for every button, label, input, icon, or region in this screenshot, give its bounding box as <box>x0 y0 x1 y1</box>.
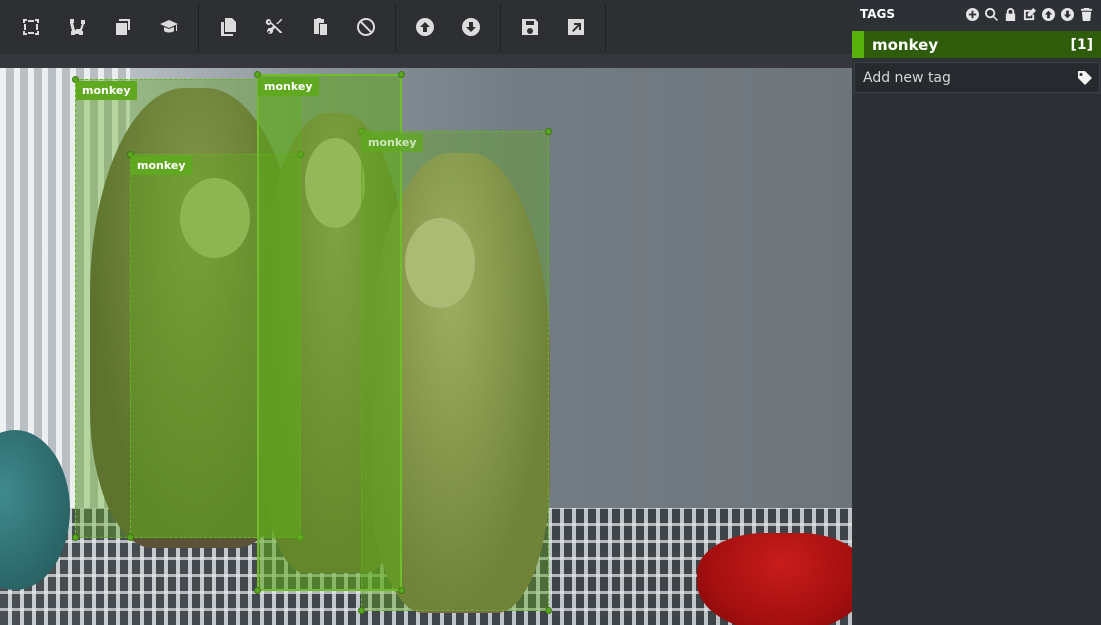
edit-tag-icon <box>1023 7 1036 20</box>
draw-rectangle-button[interactable] <box>8 3 54 51</box>
next-asset-button[interactable] <box>448 3 494 51</box>
paste-regions-icon <box>314 18 327 35</box>
region-resize-handle[interactable] <box>398 587 405 594</box>
tag-color-swatch[interactable] <box>852 31 864 58</box>
region-resize-handle[interactable] <box>72 534 79 541</box>
tags-panel: TAGS monkey [1] <box>852 0 1101 625</box>
new-tag-field <box>854 62 1100 93</box>
region-resize-handle[interactable] <box>398 71 405 78</box>
toolbar-divider-strip <box>0 54 852 68</box>
region-tag-label: monkey <box>76 81 137 100</box>
toolbar-group-project <box>507 3 606 51</box>
tag-name: monkey <box>872 35 939 54</box>
new-tag-input[interactable] <box>863 69 1063 86</box>
previous-asset-button[interactable] <box>402 3 448 51</box>
tags-panel-header: TAGS <box>852 0 1101 28</box>
scene-red-bowl <box>697 533 852 625</box>
draw-polygon-button[interactable] <box>54 3 100 51</box>
clear-regions-button[interactable] <box>343 3 389 51</box>
save-project-icon <box>522 19 538 35</box>
copy-rectangle-icon <box>116 19 130 35</box>
toolbar-group-edit <box>205 3 396 51</box>
region-tag-label: monkey <box>258 77 319 96</box>
tags-panel-toolbar <box>965 7 1093 21</box>
region-resize-handle[interactable] <box>545 607 552 614</box>
paste-regions-button[interactable] <box>297 3 343 51</box>
region-resize-handle[interactable] <box>545 128 552 135</box>
clear-regions-icon <box>357 18 375 36</box>
region-tag-label: monkey <box>131 156 192 175</box>
image-tagging-app: monkey monkey monkey monkey TAGS monkey … <box>0 0 1101 625</box>
editor-toolbar <box>0 0 852 54</box>
delete-tag-button[interactable] <box>1079 7 1093 21</box>
active-learning-button[interactable] <box>146 3 192 51</box>
next-asset-icon <box>462 18 480 36</box>
cut-regions-button[interactable] <box>251 3 297 51</box>
export-project-button[interactable] <box>553 3 599 51</box>
toolbar-group-drawing <box>8 3 199 51</box>
save-project-button[interactable] <box>507 3 553 51</box>
tag-item-monkey[interactable]: monkey [1] <box>852 31 1101 58</box>
copy-rectangle-button[interactable] <box>100 3 146 51</box>
delete-tag-icon <box>1080 7 1092 21</box>
search-tags-button[interactable] <box>984 7 998 21</box>
draw-rectangle-icon <box>23 19 39 35</box>
draw-polygon-icon <box>70 19 85 35</box>
export-project-icon <box>568 19 584 35</box>
copy-regions-button[interactable] <box>205 3 251 51</box>
add-tag-button[interactable] <box>965 7 979 21</box>
region-resize-handle[interactable] <box>358 607 365 614</box>
region-resize-handle[interactable] <box>254 587 261 594</box>
search-tags-icon <box>984 7 998 21</box>
region-resize-handle[interactable] <box>127 534 134 541</box>
tag-icon[interactable] <box>1077 70 1093 86</box>
copy-regions-icon <box>221 18 236 36</box>
active-learning-icon <box>160 20 178 33</box>
lock-tags-button[interactable] <box>1003 7 1017 21</box>
move-tag-down-icon <box>1060 7 1074 21</box>
cut-regions-icon <box>265 18 282 34</box>
previous-asset-icon <box>416 18 434 36</box>
tag-count: [1] <box>1070 36 1093 53</box>
edit-tag-button[interactable] <box>1022 7 1036 21</box>
region-tag-label: monkey <box>362 133 423 152</box>
add-tag-icon <box>965 7 979 21</box>
editor-canvas[interactable]: monkey monkey monkey monkey <box>0 68 852 625</box>
move-tag-up-icon <box>1041 7 1055 21</box>
lock-tags-icon <box>1005 7 1015 21</box>
tags-panel-title: TAGS <box>860 7 896 21</box>
toolbar-group-navigation <box>402 3 501 51</box>
move-tag-down-button[interactable] <box>1060 7 1074 21</box>
move-tag-up-button[interactable] <box>1041 7 1055 21</box>
